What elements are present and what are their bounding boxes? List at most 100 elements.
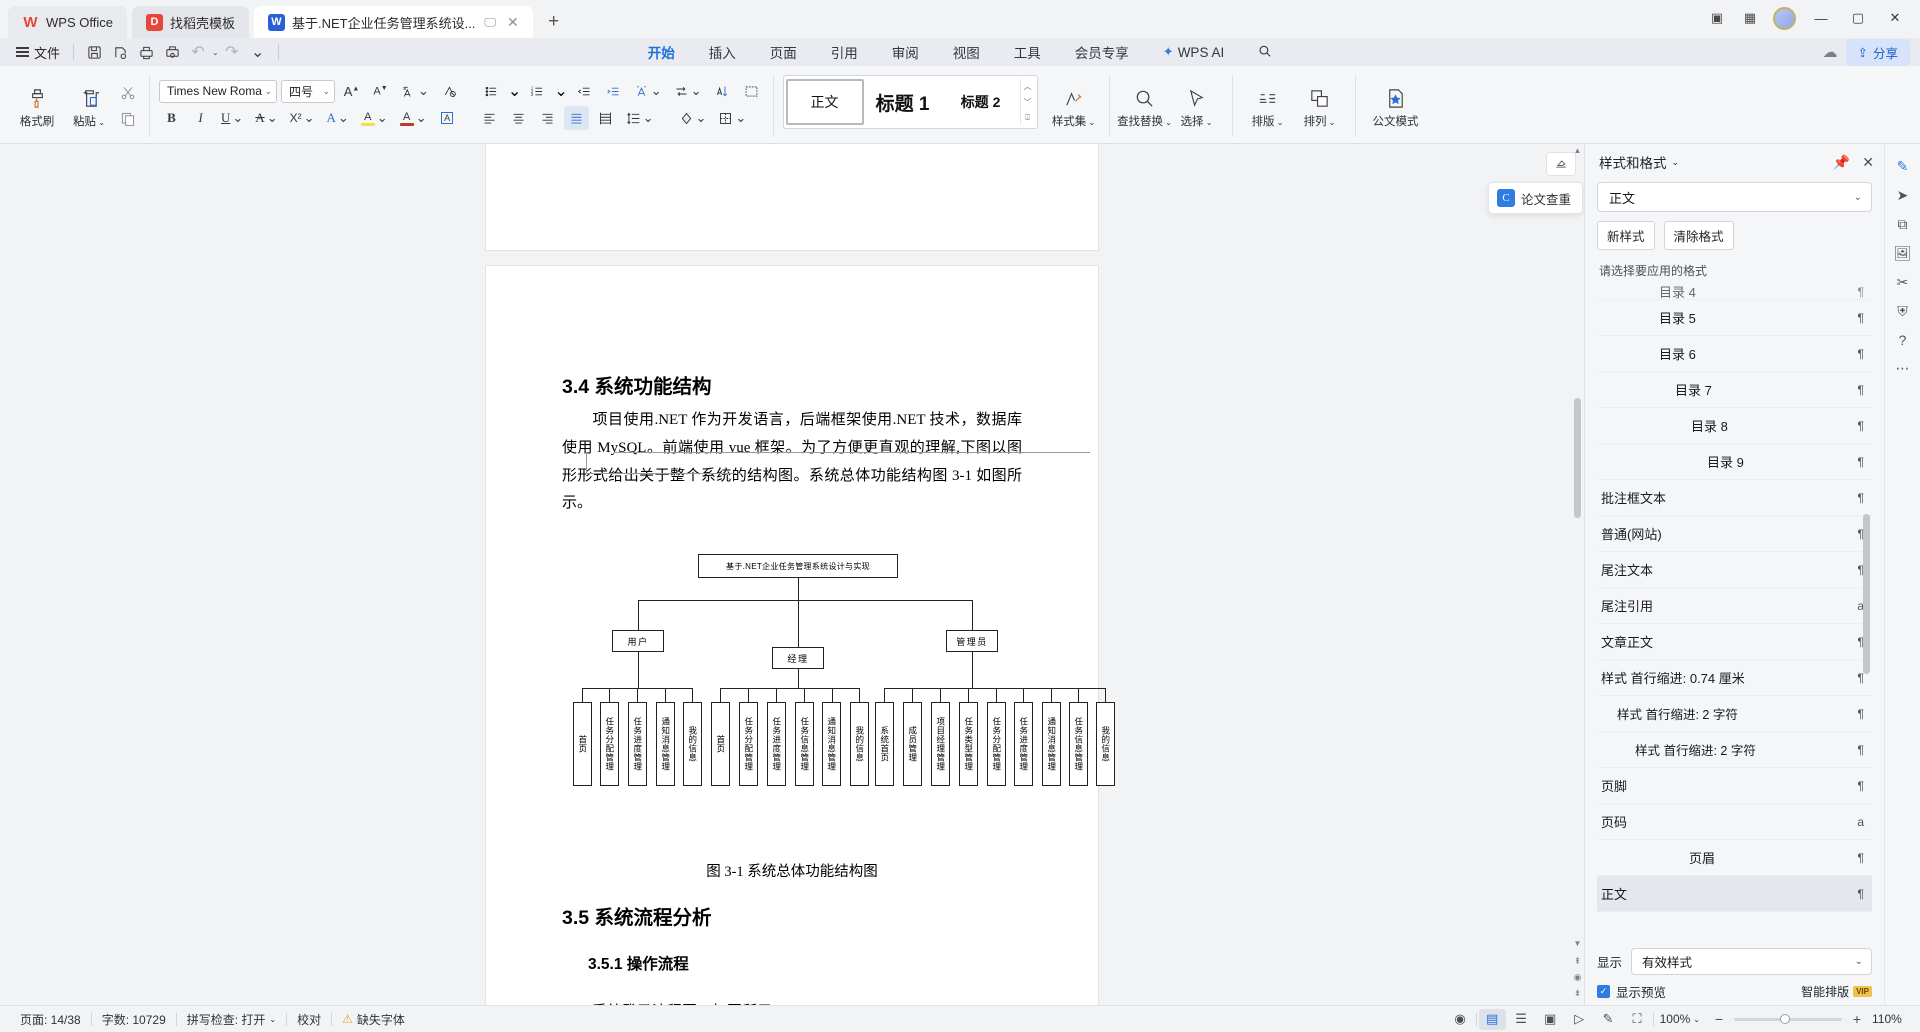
ribbon-tab-view[interactable]: 视图: [936, 39, 997, 65]
ribbon-tab-page[interactable]: 页面: [753, 39, 814, 65]
decrease-indent-icon[interactable]: [572, 79, 597, 103]
word-count[interactable]: 字数: 10729: [92, 1011, 176, 1028]
style-list-item[interactable]: 目录 5 ¶: [1597, 300, 1872, 336]
font-name-combobox[interactable]: Times New Roma ⌄: [159, 80, 277, 103]
font-size-combobox[interactable]: 四号 ⌄: [281, 80, 335, 103]
style-list-item[interactable]: 样式 首行缩进: 2 字符 ¶: [1597, 696, 1872, 732]
help-icon[interactable]: ?: [1899, 332, 1907, 348]
line-spacing-icon[interactable]: ⌄: [622, 106, 658, 130]
find-replace-button[interactable]: 查找替换: [1119, 69, 1171, 143]
web-view-icon[interactable]: ▣: [1537, 1009, 1564, 1030]
tab-wps-office[interactable]: W WPS Office: [8, 6, 127, 38]
ribbon-tab-insert[interactable]: 插入: [692, 39, 753, 65]
style-list-item[interactable]: 普通(网站) ¶: [1597, 516, 1872, 552]
copy-icon[interactable]: [115, 107, 140, 131]
align-right-icon[interactable]: [535, 106, 560, 130]
browse-object-icon[interactable]: ◉: [1574, 972, 1582, 983]
page-view-icon[interactable]: ▤: [1479, 1009, 1506, 1030]
layers-icon[interactable]: ⧉: [1898, 216, 1908, 233]
document-scrollbar[interactable]: ▲ ▼ ⇞ ◉ ⇟: [1571, 144, 1584, 1005]
cursor-icon[interactable]: ➤: [1897, 187, 1909, 204]
maximize-button[interactable]: ▢: [1841, 5, 1875, 31]
tab-docer-template[interactable]: D 找稻壳模板: [132, 6, 249, 38]
select-button[interactable]: 选择: [1171, 69, 1223, 143]
font-color-button[interactable]: A⌄: [396, 106, 431, 130]
ribbon-tab-member[interactable]: 会员专享: [1058, 39, 1146, 65]
grid-icon[interactable]: ▦: [1735, 5, 1765, 31]
close-button[interactable]: ✕: [1878, 5, 1912, 31]
undo-dropdown-icon[interactable]: ⌄: [212, 48, 219, 57]
clear-format-button[interactable]: 清除格式: [1664, 221, 1734, 250]
text-direction-icon[interactable]: ⌄: [670, 79, 706, 103]
outline-view-icon[interactable]: ☰: [1508, 1009, 1535, 1030]
next-page-icon[interactable]: ⇟: [1574, 988, 1582, 999]
zoom-track[interactable]: [1734, 1018, 1842, 1021]
char-border-button[interactable]: A: [435, 106, 460, 130]
gallery-style-normal[interactable]: 正文: [786, 79, 864, 125]
eye-icon[interactable]: ◉: [1447, 1009, 1474, 1030]
style-list-item[interactable]: 尾注文本 ¶: [1597, 552, 1872, 588]
shield-icon[interactable]: ⛨: [1897, 303, 1908, 320]
shading-icon[interactable]: ⌄: [675, 106, 711, 130]
print-preview-icon[interactable]: [159, 41, 185, 63]
missing-font-warning[interactable]: ⚠ 缺失字体: [332, 1011, 415, 1028]
scrollbar-thumb[interactable]: [1574, 398, 1581, 518]
image-icon[interactable]: 🖼: [1894, 245, 1912, 262]
read-view-icon[interactable]: ▷: [1566, 1009, 1593, 1030]
style-list-item[interactable]: 页码 a: [1597, 804, 1872, 840]
numbered-list-icon[interactable]: 1 2 3: [525, 79, 550, 103]
bold-button[interactable]: B: [159, 106, 184, 130]
gallery-expand-icon[interactable]: ⍗: [1025, 113, 1030, 123]
scissors-icon[interactable]: [115, 81, 140, 105]
more-icon[interactable]: ⋯: [1896, 360, 1910, 377]
style-set-button[interactable]: 样式集: [1048, 69, 1100, 143]
font-shrink-icon[interactable]: A▼: [368, 79, 393, 103]
ribbon-tab-reference[interactable]: 引用: [814, 39, 875, 65]
panel-scrollbar-thumb[interactable]: [1863, 514, 1870, 674]
redo-icon[interactable]: ↷: [219, 41, 245, 63]
spellcheck-status[interactable]: 拼写检查: 打开 ⌄: [177, 1011, 286, 1028]
scroll-up-icon[interactable]: ︿: [1024, 81, 1032, 92]
minimize-button[interactable]: —: [1804, 5, 1838, 31]
show-preview-checkbox[interactable]: ✓ 显示预览: [1597, 982, 1666, 1001]
style-list-item[interactable]: 样式 首行缩进: 2 字符 ¶: [1597, 732, 1872, 768]
search-icon[interactable]: [1241, 41, 1289, 64]
window-restore-icon[interactable]: ▣: [1702, 5, 1732, 31]
file-menu-button[interactable]: 文件: [10, 41, 66, 64]
show-filter-combobox[interactable]: 有效样式 ⌄: [1631, 948, 1872, 975]
bullet-list-icon[interactable]: [479, 79, 504, 103]
asian-layout-icon[interactable]: ⌄: [630, 79, 666, 103]
clear-format-icon[interactable]: [437, 79, 462, 103]
print-icon[interactable]: [133, 41, 159, 63]
cloud-sync-icon[interactable]: ☁: [1823, 43, 1838, 61]
paste-button[interactable]: 粘贴: [63, 69, 115, 143]
zoom-in-button[interactable]: +: [1850, 1011, 1864, 1027]
font-grow-icon[interactable]: A▲: [339, 79, 364, 103]
panel-scrollbar[interactable]: [1863, 284, 1871, 941]
new-style-button[interactable]: 新样式: [1597, 221, 1655, 250]
sort-icon[interactable]: [710, 79, 735, 103]
save-as-icon[interactable]: [107, 41, 133, 63]
zoom-thumb[interactable]: [1780, 1014, 1790, 1024]
styles-list[interactable]: 目录 4 ¶ 目录 5 ¶ 目录 6 ¶ 目录 7 ¶ 目录 8 ¶: [1597, 284, 1872, 941]
panel-title[interactable]: 样式和格式 ⌄: [1599, 152, 1679, 172]
scroll-down-icon[interactable]: ▼: [1574, 937, 1582, 951]
style-list-item[interactable]: 目录 9 ¶: [1597, 444, 1872, 480]
fit-page-icon[interactable]: ⛶: [1624, 1009, 1651, 1030]
style-list-item[interactable]: 目录 8 ¶: [1597, 408, 1872, 444]
typesetting-button[interactable]: 排版: [1242, 69, 1294, 143]
tab-close-icon[interactable]: ✕: [507, 14, 519, 31]
style-list-item[interactable]: 目录 6 ¶: [1597, 336, 1872, 372]
style-list-item[interactable]: 目录 7 ¶: [1597, 372, 1872, 408]
justify-icon[interactable]: [564, 106, 589, 130]
save-icon[interactable]: [81, 41, 107, 63]
borders-icon[interactable]: ⌄: [714, 106, 750, 130]
current-style-combobox[interactable]: 正文 ⌄: [1597, 182, 1872, 212]
show-paragraph-marks-icon[interactable]: [739, 79, 764, 103]
phonetic-guide-icon[interactable]: ⌄: [397, 79, 433, 103]
chevron-down-icon[interactable]: ⌄: [508, 81, 521, 101]
ribbon-tab-tools[interactable]: 工具: [997, 39, 1058, 65]
highlight-color-button[interactable]: A⌄: [357, 106, 392, 130]
align-left-icon[interactable]: [477, 106, 502, 130]
official-doc-button[interactable]: 公文模式: [1365, 69, 1427, 143]
